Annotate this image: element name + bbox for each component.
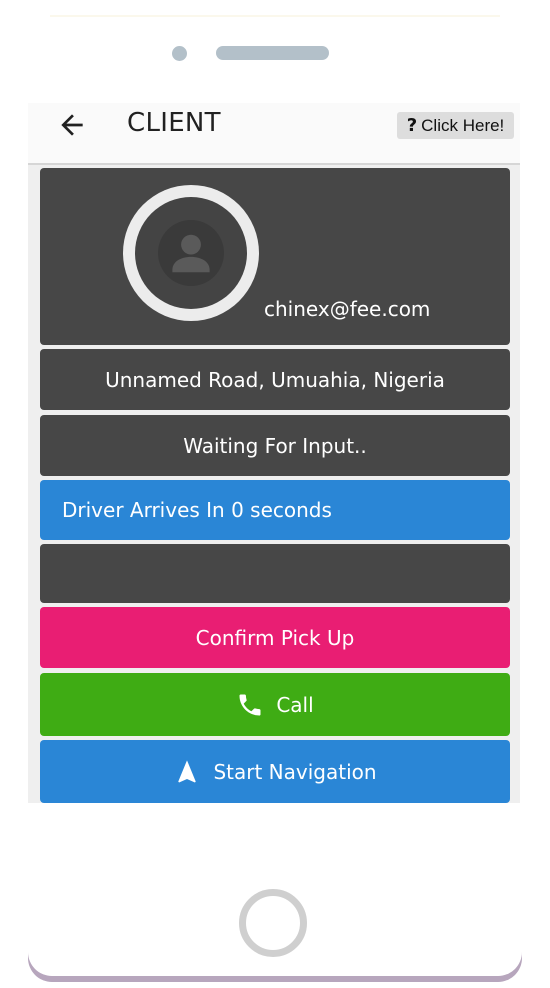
confirm-pickup-button[interactable]: Confirm Pick Up: [40, 607, 510, 668]
call-button[interactable]: Call: [40, 673, 510, 736]
user-email: chinex@fee.com: [264, 297, 431, 321]
question-mark-icon: ?: [406, 115, 418, 136]
user-avatar-icon: [158, 220, 224, 286]
app-bar: CLIENT ? Click Here!: [28, 103, 520, 165]
page-title: CLIENT: [127, 108, 221, 138]
home-button[interactable]: [239, 889, 307, 957]
start-navigation-button[interactable]: Start Navigation: [40, 740, 510, 803]
confirm-pickup-label: Confirm Pick Up: [195, 625, 355, 650]
phone-icon: [236, 691, 264, 719]
navigation-arrow-icon: [173, 758, 201, 786]
address-text: Unnamed Road, Umuahia, Nigeria: [105, 367, 445, 392]
help-button[interactable]: ? Click Here!: [397, 112, 514, 139]
call-label: Call: [276, 692, 314, 717]
phone-frame: CLIENT ? Click Here! chinex@fee.com Unna…: [28, 0, 522, 976]
app-screen: CLIENT ? Click Here! chinex@fee.com Unna…: [28, 103, 520, 803]
help-button-label: Click Here!: [421, 115, 505, 135]
arrow-left-icon[interactable]: [56, 109, 88, 141]
start-navigation-label: Start Navigation: [213, 759, 377, 784]
phone-top-edge: [50, 15, 500, 17]
phone-camera: [172, 46, 187, 61]
phone-speaker: [216, 46, 329, 60]
eta-text: Driver Arrives In 0 seconds: [62, 498, 332, 522]
status-text: Waiting For Input..: [183, 433, 367, 458]
empty-panel: [40, 544, 510, 603]
avatar-inner: [135, 197, 247, 309]
profile-card: chinex@fee.com: [40, 168, 510, 345]
avatar: [123, 185, 259, 321]
eta-panel: Driver Arrives In 0 seconds: [40, 480, 510, 540]
address-panel: Unnamed Road, Umuahia, Nigeria: [40, 349, 510, 410]
status-panel: Waiting For Input..: [40, 415, 510, 476]
